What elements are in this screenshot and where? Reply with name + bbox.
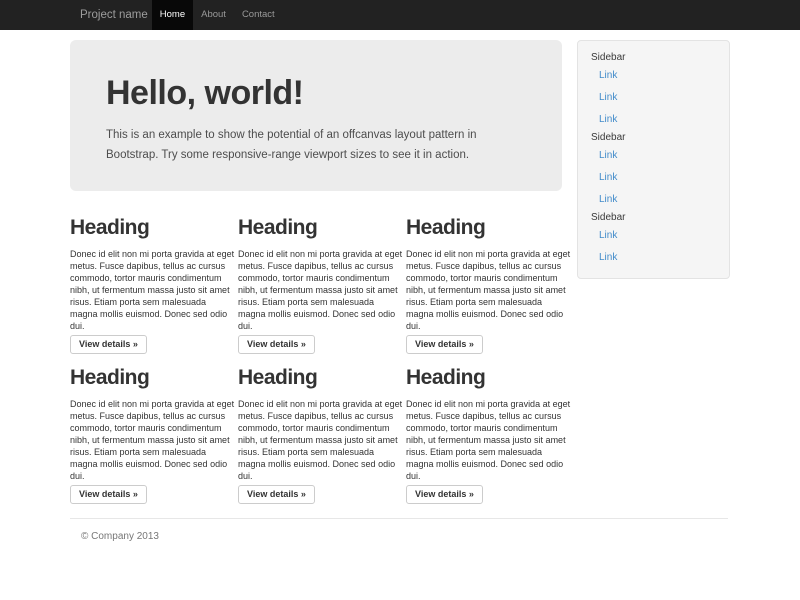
sidebar-link[interactable]: Link [599,109,729,131]
view-details-button[interactable]: View details » [238,485,315,504]
sidebar-link[interactable]: Link [599,167,729,189]
content-card: Heading Donec id elit non mi porta gravi… [70,216,238,366]
navbar-brand[interactable]: Project name [80,0,148,30]
sidebar-group-heading: Sidebar [591,131,729,145]
jumbotron-description: This is an example to show the potential… [106,125,501,165]
card-body: Donec id elit non mi porta gravida at eg… [238,248,403,332]
card-heading: Heading [406,366,574,389]
view-details-button[interactable]: View details » [238,335,315,354]
jumbotron-title: Hello, world! [106,74,526,113]
card-body: Donec id elit non mi porta gravida at eg… [70,248,235,332]
content-card: Heading Donec id elit non mi porta gravi… [238,216,406,366]
card-body: Donec id elit non mi porta gravida at eg… [70,398,235,482]
sidebar-group: Sidebar LinkLinkLink [578,51,729,131]
sidebar-link[interactable]: Link [599,247,729,269]
nav-item[interactable]: Home [152,0,193,30]
copyright-text: © Company 2013 [81,531,159,542]
content-card: Heading Donec id elit non mi porta gravi… [406,216,574,366]
view-details-button[interactable]: View details » [406,485,483,504]
sidebar-group-heading: Sidebar [591,211,729,225]
nav-item[interactable]: Contact [234,0,283,30]
card-heading: Heading [238,216,406,239]
sidebar-panel: Sidebar LinkLinkLink Sidebar LinkLinkLin… [577,40,730,279]
card-body: Donec id elit non mi porta gravida at eg… [406,248,571,332]
card-heading: Heading [406,216,574,239]
sidebar-group-heading: Sidebar [591,51,729,65]
card-heading: Heading [70,366,238,389]
card-body: Donec id elit non mi porta gravida at eg… [406,398,571,482]
content-grid: Heading Donec id elit non mi porta gravi… [70,216,574,516]
sidebar-link[interactable]: Link [599,189,729,211]
content-card: Heading Donec id elit non mi porta gravi… [238,366,406,516]
view-details-button[interactable]: View details » [70,485,147,504]
sidebar-link[interactable]: Link [599,87,729,109]
card-body: Donec id elit non mi porta gravida at eg… [238,398,403,482]
view-details-button[interactable]: View details » [70,335,147,354]
content-card: Heading Donec id elit non mi porta gravi… [406,366,574,516]
navbar: Project name HomeAboutContact [0,0,800,30]
sidebar-link[interactable]: Link [599,65,729,87]
jumbotron: Hello, world! This is an example to show… [70,40,562,191]
navbar-nav: HomeAboutContact [152,0,283,30]
sidebar-group: Sidebar LinkLinkLink [578,131,729,211]
sidebar-link[interactable]: Link [599,225,729,247]
sidebar-link[interactable]: Link [599,145,729,167]
nav-item[interactable]: About [193,0,234,30]
footer-divider [70,518,728,519]
content-card: Heading Donec id elit non mi porta gravi… [70,366,238,516]
card-heading: Heading [70,216,238,239]
sidebar-group: Sidebar LinkLink [578,211,729,269]
card-heading: Heading [238,366,406,389]
view-details-button[interactable]: View details » [406,335,483,354]
